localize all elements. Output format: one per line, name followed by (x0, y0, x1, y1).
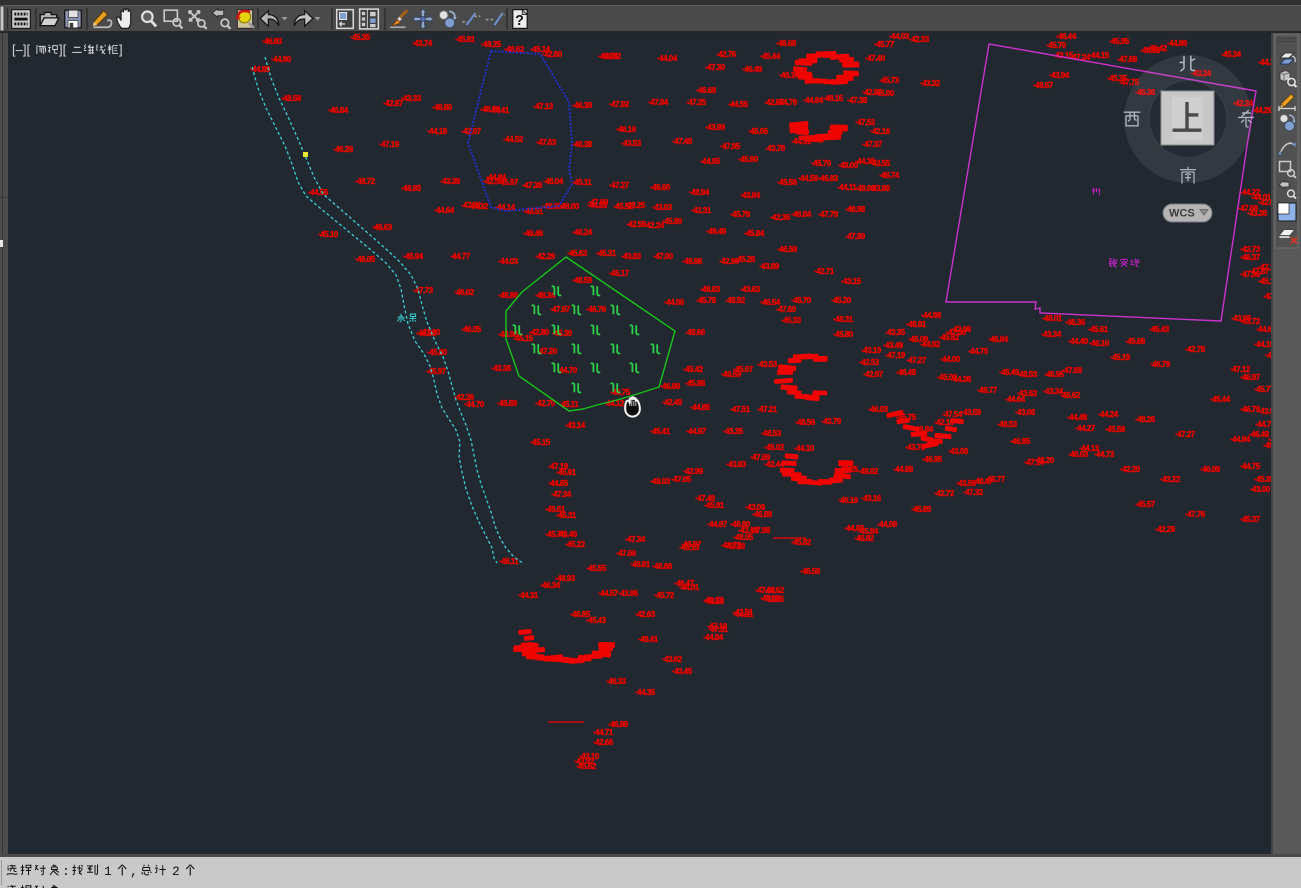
svg-text:]: ] (119, 42, 123, 57)
svg-text:WCS: WCS (1169, 208, 1195, 220)
svg-text:1: 1 (104, 864, 112, 879)
svg-text:,: , (130, 864, 138, 879)
svg-text:2: 2 (172, 864, 180, 879)
svg-text:?: ? (515, 13, 524, 29)
svg-text:][: ][ (59, 42, 67, 57)
svg-text:[–][: [–][ (12, 42, 30, 57)
svg-text::: : (62, 864, 70, 879)
